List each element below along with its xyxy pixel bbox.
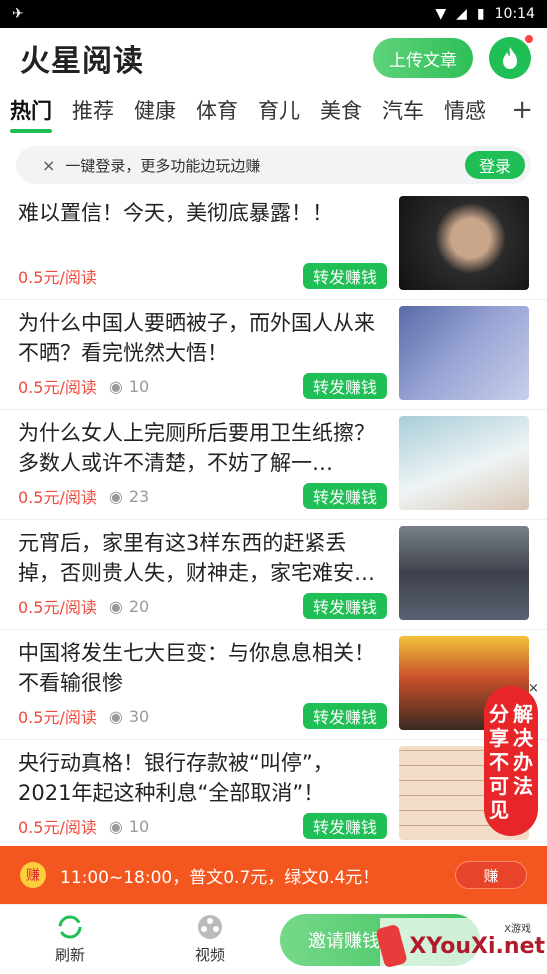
article-list: 难以置信！今天，美彻底暴露！！ 0.5元/阅读 转发赚钱 为什么中国人要晒被子，… <box>0 190 547 850</box>
refresh-icon <box>58 915 82 939</box>
battery-icon: ▮ <box>476 6 485 22</box>
view-count: ◉ 23 <box>109 487 149 506</box>
article-title[interactable]: 元宵后，家里有这3样东西的赶紧丢掉，否则贵人失，财神走，家宅难安… <box>18 528 387 590</box>
share-earn-button[interactable]: 转发赚钱 <box>302 813 387 839</box>
login-prompt-text: 一键登录，更多功能边玩边赚 <box>65 156 261 175</box>
view-count-value: 10 <box>128 376 150 396</box>
login-button[interactable]: 登录 <box>464 151 525 179</box>
fire-icon <box>503 47 517 69</box>
tab-sports[interactable]: 体育 <box>196 95 238 125</box>
nav-video[interactable]: 视频 <box>140 914 280 965</box>
tab-food[interactable]: 美食 <box>320 95 362 125</box>
promo-banner[interactable]: 赚 11:00~18:00，普文0.7元，绿文0.4元！ 赚 <box>0 846 547 904</box>
view-count-value: 23 <box>128 486 150 506</box>
view-count: ◉ 10 <box>109 377 149 396</box>
tab-parenting[interactable]: 育儿 <box>258 95 300 125</box>
login-prompt: × 一键登录，更多功能边玩边赚 登录 <box>16 146 531 184</box>
tab-cars[interactable]: 汽车 <box>382 95 424 125</box>
upload-article-button[interactable]: 上传文章 <box>373 38 473 78</box>
app-header: 火星阅读 上传文章 <box>0 28 547 88</box>
status-bar: ✈ ▼ ◢ ▮ 10:14 <box>0 0 547 28</box>
article-title[interactable]: 为什么中国人要晒被子，而外国人从来不晒？看完恍然大悟！ <box>18 308 387 370</box>
watermark: XYouXi.net X游戏 <box>375 918 545 974</box>
share-earn-button[interactable]: 转发赚钱 <box>302 263 387 289</box>
eye-icon: ◉ <box>108 376 123 396</box>
watermark-text: XYouXi.net <box>409 933 545 959</box>
price-label: 0.5元/阅读 <box>18 268 97 287</box>
eye-icon: ◉ <box>108 596 123 616</box>
article-title[interactable]: 央行动真格！银行存款被“叫停”，2021年起这种利息“全部取消”！ <box>18 748 387 810</box>
share-earn-button[interactable]: 转发赚钱 <box>302 373 387 399</box>
float-ad[interactable]: 分享不可见 解决办法 <box>484 686 538 836</box>
article-thumbnail[interactable] <box>399 196 529 290</box>
eye-icon: ◉ <box>108 816 123 836</box>
price-label: 0.5元/阅读 <box>18 488 97 507</box>
price-label: 0.5元/阅读 <box>18 378 97 397</box>
list-item[interactable]: 为什么中国人要晒被子，而外国人从来不晒？看完恍然大悟！ 0.5元/阅读 ◉ 10 … <box>0 300 547 410</box>
list-item[interactable]: 元宵后，家里有这3样东西的赶紧丢掉，否则贵人失，财神走，家宅难安… 0.5元/阅… <box>0 520 547 630</box>
tab-recommend[interactable]: 推荐 <box>72 95 114 125</box>
tab-emotion[interactable]: 情感 <box>444 95 486 125</box>
status-time: 10:14 <box>494 6 535 22</box>
close-icon[interactable]: × <box>42 156 55 175</box>
list-item[interactable]: 难以置信！今天，美彻底暴露！！ 0.5元/阅读 转发赚钱 <box>0 190 547 300</box>
notification-icon: ✈ <box>12 6 24 22</box>
price-label: 0.5元/阅读 <box>18 598 97 617</box>
price-label: 0.5元/阅读 <box>18 818 97 837</box>
tab-health[interactable]: 健康 <box>134 95 176 125</box>
article-thumbnail[interactable] <box>399 306 529 400</box>
tab-hot[interactable]: 热门 <box>10 95 52 133</box>
video-reel-icon <box>198 915 222 939</box>
view-count: ◉ 20 <box>109 597 149 616</box>
article-thumbnail[interactable] <box>399 526 529 620</box>
nav-refresh[interactable]: 刷新 <box>0 914 140 965</box>
add-tab-button[interactable]: + <box>511 95 533 125</box>
view-count-value: 20 <box>128 596 150 616</box>
earn-button[interactable]: 赚 <box>455 861 527 889</box>
coin-icon: 赚 <box>20 862 46 888</box>
notification-dot <box>525 35 533 43</box>
view-count-value: 10 <box>128 816 150 836</box>
list-item[interactable]: 央行动真格！银行存款被“叫停”，2021年起这种利息“全部取消”！ 0.5元/阅… <box>0 740 547 850</box>
article-title[interactable]: 中国将发生七大巨变：与你息息相关！不看输很惨 <box>18 638 387 700</box>
nav-refresh-label: 刷新 <box>54 946 85 964</box>
view-count: ◉ 10 <box>109 817 149 836</box>
promo-text: 11:00~18:00，普文0.7元，绿文0.4元！ <box>60 867 380 888</box>
article-title[interactable]: 为什么女人上完厕所后要用卫生纸擦？多数人或许不清楚，不妨了解一… <box>18 418 387 480</box>
share-earn-button[interactable]: 转发赚钱 <box>302 593 387 619</box>
wifi-icon: ▼ <box>435 6 447 22</box>
article-thumbnail[interactable] <box>399 416 529 510</box>
float-ad-text-left: 分享不可见 <box>489 702 509 822</box>
article-title[interactable]: 难以置信！今天，美彻底暴露！！ <box>18 198 387 260</box>
price-label: 0.5元/阅读 <box>18 708 97 727</box>
fire-button[interactable] <box>489 35 533 79</box>
view-count: ◉ 30 <box>109 707 149 726</box>
list-item[interactable]: 中国将发生七大巨变：与你息息相关！不看输很惨 0.5元/阅读 ◉ 30 转发赚钱 <box>0 630 547 740</box>
share-earn-button[interactable]: 转发赚钱 <box>302 483 387 509</box>
list-item[interactable]: 为什么女人上完厕所后要用卫生纸擦？多数人或许不清楚，不妨了解一… 0.5元/阅读… <box>0 410 547 520</box>
nav-video-label: 视频 <box>194 946 225 964</box>
category-tabs: 热门 推荐 健康 体育 育儿 美食 汽车 情感 + <box>0 88 547 133</box>
float-ad-text-right: 解决办法 <box>513 702 533 798</box>
eye-icon: ◉ <box>108 486 123 506</box>
app-title: 火星阅读 <box>20 44 144 79</box>
watermark-subtext: X游戏 <box>504 924 531 935</box>
share-earn-button[interactable]: 转发赚钱 <box>302 703 387 729</box>
signal-icon: ◢ <box>456 6 467 22</box>
eye-icon: ◉ <box>108 706 123 726</box>
view-count-value: 30 <box>128 706 150 726</box>
watermark-logo <box>375 923 409 969</box>
